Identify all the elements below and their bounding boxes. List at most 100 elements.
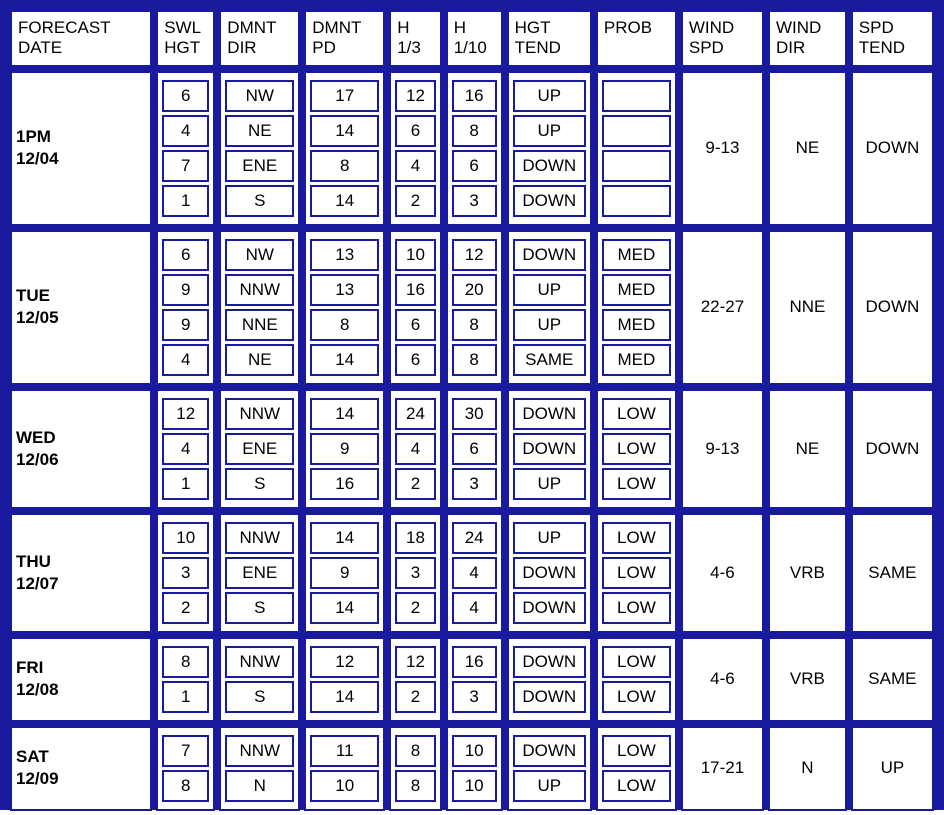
swell-pd-stack: 1714814 <box>304 71 385 226</box>
col-prob: PROB <box>596 10 677 67</box>
wind-dir-cell: VRB <box>768 513 847 633</box>
swell-h13-stack: 88 <box>389 726 442 811</box>
swell-h110-value: 10 <box>452 735 497 767</box>
col-h-1-10: H 1/10 <box>446 10 503 67</box>
swell-h13-value: 3 <box>395 557 436 589</box>
swell-dir-stack: NWNEENES <box>219 71 300 226</box>
swell-h13-value: 12 <box>395 80 436 112</box>
swell-tend-value: DOWN <box>513 239 586 271</box>
swell-tend-stack: DOWNDOWN <box>507 637 592 722</box>
table-row: 1PM 12/046471NWNEENES17148141264216863UP… <box>10 71 934 226</box>
swell-dir-value: S <box>225 681 294 713</box>
swell-hgt-value: 8 <box>162 770 209 802</box>
swell-hgt-stack: 6994 <box>156 230 215 385</box>
swell-h13-value: 18 <box>395 522 436 554</box>
swell-h110-stack: 2444 <box>446 513 503 633</box>
swell-h110-value: 16 <box>452 80 497 112</box>
swell-h110-value: 8 <box>452 344 497 376</box>
swell-dir-value: S <box>225 185 294 217</box>
wind-spd-cell: 4-6 <box>681 637 764 722</box>
spd-tend-cell: SAME <box>851 637 934 722</box>
swell-hgt-value: 9 <box>162 309 209 341</box>
swell-hgt-value: 10 <box>162 522 209 554</box>
forecast-date-cell: 1PM 12/04 <box>10 71 152 226</box>
swell-h13-value: 6 <box>395 309 436 341</box>
swell-pd-value: 13 <box>310 274 379 306</box>
swell-h110-stack: 3063 <box>446 389 503 509</box>
swell-h13-value: 24 <box>395 398 436 430</box>
wind-spd-cell: 9-13 <box>681 71 764 226</box>
swell-prob-value: MED <box>602 344 671 376</box>
swell-dir-stack: NNWS <box>219 637 300 722</box>
swell-hgt-value: 1 <box>162 468 209 500</box>
wind-dir-cell: NE <box>768 389 847 509</box>
swell-prob-value: LOW <box>602 735 671 767</box>
swell-h110-value: 24 <box>452 522 497 554</box>
swell-prob-value: LOW <box>602 433 671 465</box>
swell-prob-stack: LOWLOW <box>596 726 677 811</box>
swell-h13-value: 4 <box>395 150 436 182</box>
swell-dir-value: NW <box>225 80 294 112</box>
swell-hgt-value: 12 <box>162 398 209 430</box>
swell-pd-stack: 14916 <box>304 389 385 509</box>
wind-dir-cell: N <box>768 726 847 811</box>
swell-prob-stack: MEDMEDMEDMED <box>596 230 677 385</box>
swell-tend-value: DOWN <box>513 185 586 217</box>
swell-tend-value: DOWN <box>513 398 586 430</box>
swell-h110-value: 3 <box>452 468 497 500</box>
col-wind-spd: WIND SPD <box>681 10 764 67</box>
swell-tend-stack: UPUPDOWNDOWN <box>507 71 592 226</box>
table-row: FRI 12/0881NNWS1214122163DOWNDOWNLOWLOW4… <box>10 637 934 722</box>
swell-hgt-value: 3 <box>162 557 209 589</box>
swell-h13-stack: 122 <box>389 637 442 722</box>
table-row: SAT 12/0978NNWN1110881010DOWNUPLOWLOW17-… <box>10 726 934 811</box>
swell-tend-value: DOWN <box>513 681 586 713</box>
swell-hgt-value: 7 <box>162 150 209 182</box>
wind-spd-cell: 4-6 <box>681 513 764 633</box>
swell-prob-value: LOW <box>602 646 671 678</box>
col-hgt-tend: HGT TEND <box>507 10 592 67</box>
swell-h13-value: 2 <box>395 592 436 624</box>
swell-h110-value: 3 <box>452 185 497 217</box>
swell-h13-value: 2 <box>395 468 436 500</box>
swell-tend-value: DOWN <box>513 150 586 182</box>
swell-h13-stack: 1832 <box>389 513 442 633</box>
forecast-date-cell: TUE 12/05 <box>10 230 152 385</box>
swell-h110-value: 20 <box>452 274 497 306</box>
table-row: THU 12/071032NNWENES1491418322444UPDOWND… <box>10 513 934 633</box>
swell-hgt-value: 4 <box>162 344 209 376</box>
swell-hgt-stack: 78 <box>156 726 215 811</box>
swell-prob-value: LOW <box>602 681 671 713</box>
swell-tend-value: UP <box>513 115 586 147</box>
swell-pd-value: 8 <box>310 309 379 341</box>
swell-h110-value: 16 <box>452 646 497 678</box>
col-dmnt-dir: DMNT DIR <box>219 10 300 67</box>
swell-h110-stack: 1010 <box>446 726 503 811</box>
swell-tend-stack: DOWNUPUPSAME <box>507 230 592 385</box>
swell-hgt-stack: 6471 <box>156 71 215 226</box>
swell-tend-value: DOWN <box>513 646 586 678</box>
swell-tend-value: SAME <box>513 344 586 376</box>
swell-pd-value: 14 <box>310 344 379 376</box>
swell-pd-value: 11 <box>310 735 379 767</box>
swell-pd-value: 14 <box>310 522 379 554</box>
swell-tend-value: UP <box>513 468 586 500</box>
swell-dir-value: S <box>225 592 294 624</box>
swell-pd-value: 9 <box>310 433 379 465</box>
swell-h13-value: 8 <box>395 735 436 767</box>
table-row: TUE 12/056994NWNNWNNENE13138141016661220… <box>10 230 934 385</box>
swell-dir-value: NNW <box>225 274 294 306</box>
swell-dir-value: NNW <box>225 735 294 767</box>
swell-dir-stack: NNWENES <box>219 513 300 633</box>
swell-hgt-value: 8 <box>162 646 209 678</box>
wind-spd-cell: 22-27 <box>681 230 764 385</box>
swell-prob-value: LOW <box>602 468 671 500</box>
swell-dir-value: NE <box>225 115 294 147</box>
swell-pd-value: 9 <box>310 557 379 589</box>
swell-dir-value: NNW <box>225 522 294 554</box>
swell-pd-value: 14 <box>310 681 379 713</box>
swell-h13-value: 10 <box>395 239 436 271</box>
forecast-table: FORECAST DATE SWL HGT DMNT DIR DMNT PD H… <box>6 6 938 815</box>
swell-dir-value: ENE <box>225 433 294 465</box>
table-row: WED 12/061241NNWENES1491624423063DOWNDOW… <box>10 389 934 509</box>
